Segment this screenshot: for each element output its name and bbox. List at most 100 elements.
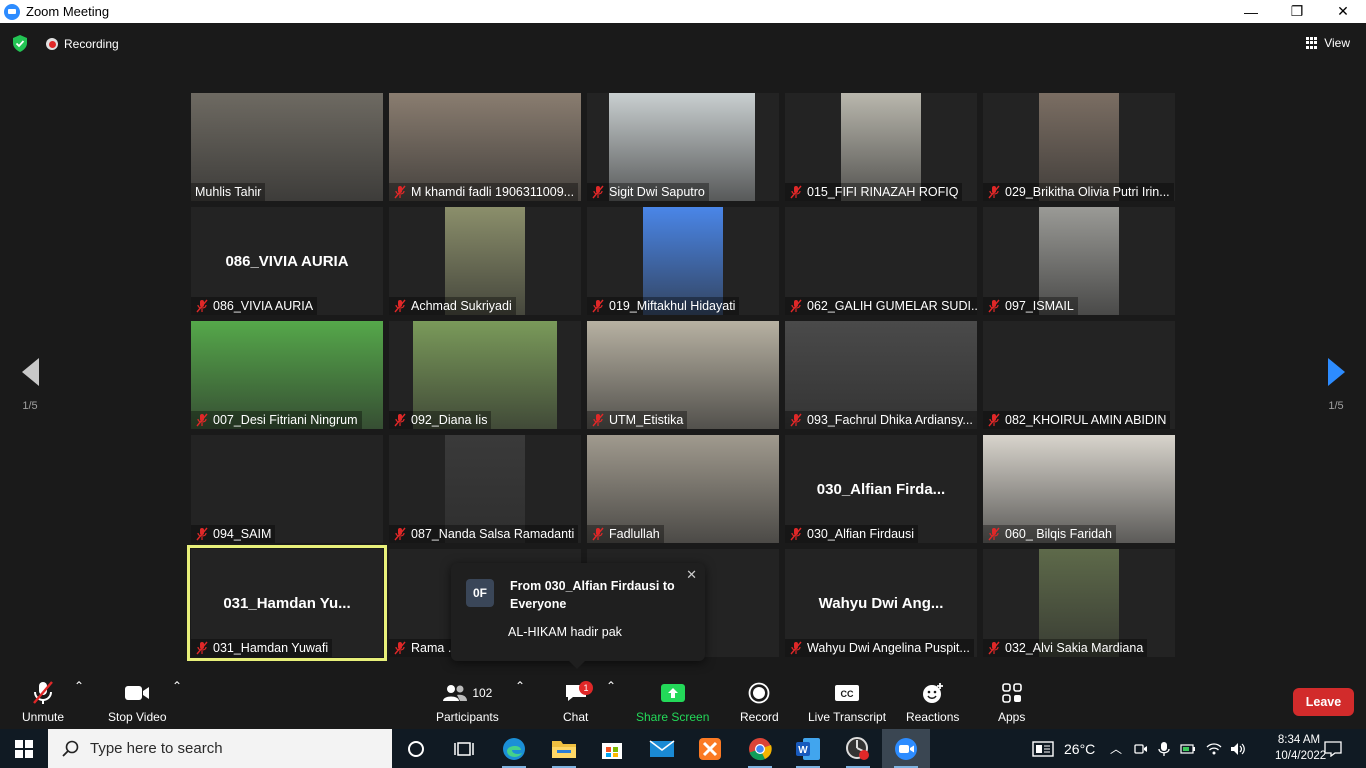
- chat-button[interactable]: 1 Chat: [563, 679, 593, 724]
- live-transcript-button[interactable]: CC Live Transcript: [808, 679, 886, 724]
- word-taskbar-icon[interactable]: W: [784, 729, 832, 768]
- participant-name-label: 015_FIFI RINAZAH ROFIQ: [785, 183, 963, 201]
- file-explorer-taskbar-icon[interactable]: [540, 729, 588, 768]
- restore-button[interactable]: ❐: [1274, 0, 1320, 23]
- participant-tile[interactable]: 032_Alvi Sakia Mardiana: [983, 549, 1175, 657]
- participant-name-label: UTM_Etistika: [587, 411, 688, 429]
- edge-taskbar-icon[interactable]: [490, 729, 538, 768]
- muted-mic-icon: [790, 185, 802, 199]
- participant-name: 032_Alvi Sakia Mardiana: [1005, 641, 1144, 655]
- participant-tile[interactable]: 093_Fachrul Dhika Ardiansy...: [785, 321, 977, 429]
- security-shield-icon[interactable]: [12, 35, 28, 52]
- record-button[interactable]: Record: [740, 679, 779, 724]
- participants-button[interactable]: 102 Participants: [436, 679, 499, 724]
- muted-mic-icon: [592, 185, 604, 199]
- participant-tile[interactable]: 029_Brikitha Olivia Putri Irin...: [983, 93, 1175, 201]
- volume-icon[interactable]: [1230, 742, 1246, 756]
- chevron-left-icon: [21, 358, 39, 386]
- svg-text:W: W: [798, 745, 808, 756]
- participant-name: UTM_Etistika: [609, 413, 684, 427]
- participant-name-label: 029_Brikitha Olivia Putri Irin...: [983, 183, 1174, 201]
- recording-indicator[interactable]: Recording: [46, 37, 119, 51]
- screen-recorder-taskbar-icon[interactable]: [834, 729, 882, 768]
- microphone-tray-icon[interactable]: [1158, 741, 1170, 757]
- participant-tile[interactable]: 015_FIFI RINAZAH ROFIQ: [785, 93, 977, 201]
- chat-options-caret[interactable]: ⌃: [606, 679, 616, 693]
- recording-dot-icon: [46, 38, 58, 50]
- participant-tile[interactable]: 031_Hamdan Yu... 031_Hamdan Yuwafi: [187, 545, 387, 661]
- participant-name: 092_Diana Iis: [411, 413, 488, 427]
- chat-notification[interactable]: 0F From 030_Alfian Firdausi to Everyone …: [451, 563, 705, 669]
- participant-name-label: 082_KHOIRUL AMIN ABIDIN: [983, 411, 1171, 429]
- participant-name: 060_ Bilqis Faridah: [1005, 527, 1113, 541]
- muted-mic-icon: [592, 413, 604, 427]
- task-view-icon: [454, 741, 474, 756]
- view-button[interactable]: View: [1306, 36, 1350, 50]
- participant-tile[interactable]: 062_GALIH GUMELAR SUDI...: [785, 207, 977, 315]
- muted-mic-icon: [790, 299, 802, 313]
- participant-name: 082_KHOIRUL AMIN ABIDIN: [1005, 413, 1167, 427]
- participant-tile[interactable]: 019_Miftakhul Hidayati: [587, 207, 779, 315]
- participant-name-label: 031_Hamdan Yuwafi: [191, 639, 333, 657]
- participant-tile[interactable]: 060_ Bilqis Faridah: [983, 435, 1175, 543]
- cortana-button[interactable]: [392, 729, 440, 768]
- participant-tile[interactable]: 086_VIVIA AURIA 086_VIVIA AURIA: [191, 207, 383, 315]
- stop-video-button[interactable]: Stop Video: [108, 679, 167, 724]
- meeting-area: Recording View 1/5 1/5 Muhlis Tahir M kha…: [0, 23, 1366, 675]
- minimize-button[interactable]: —: [1228, 0, 1274, 23]
- weather-widget[interactable]: 26°C: [1032, 729, 1095, 768]
- zoom-taskbar-icon[interactable]: [882, 729, 930, 768]
- participants-options-caret[interactable]: ⌃: [515, 679, 525, 693]
- xampp-taskbar-icon[interactable]: [686, 729, 734, 768]
- muted-mic-icon: [790, 641, 802, 655]
- previous-page-button[interactable]: 1/5: [10, 358, 50, 412]
- stop-video-label: Stop Video: [108, 710, 167, 724]
- mail-taskbar-icon[interactable]: [638, 729, 686, 768]
- system-clock[interactable]: 8:34 AM 10/4/2022: [1275, 732, 1326, 764]
- participant-tile[interactable]: Achmad Sukriyadi: [389, 207, 581, 315]
- battery-icon[interactable]: [1180, 743, 1196, 755]
- wifi-icon[interactable]: [1206, 742, 1222, 756]
- chrome-browser-icon: [749, 737, 772, 760]
- leave-button[interactable]: Leave: [1293, 688, 1354, 716]
- task-view-button[interactable]: [440, 729, 488, 768]
- next-page-button[interactable]: 1/5: [1316, 358, 1356, 412]
- participant-tile[interactable]: M khamdi fadli 1906311009...: [389, 93, 581, 201]
- reactions-button[interactable]: Reactions: [906, 679, 959, 724]
- participant-tile[interactable]: Fadlullah: [587, 435, 779, 543]
- participant-tile[interactable]: 007_Desi Fitriani Ningrum: [191, 321, 383, 429]
- participant-tile[interactable]: UTM_Etistika: [587, 321, 779, 429]
- unmute-button[interactable]: Unmute: [22, 679, 64, 724]
- meeting-toolbar: Unmute ⌃ Stop Video ⌃ 102 Participants ⌃…: [0, 675, 1366, 729]
- apps-button[interactable]: Apps: [998, 679, 1025, 724]
- participant-tile[interactable]: 094_SAIM: [191, 435, 383, 543]
- video-options-caret[interactable]: ⌃: [172, 679, 182, 693]
- share-screen-button[interactable]: Share Screen: [636, 679, 709, 724]
- mail-envelope-icon: [649, 739, 675, 757]
- participant-name-label: 030_Alfian Firdausi: [785, 525, 919, 543]
- chrome-taskbar-icon[interactable]: [736, 729, 784, 768]
- word-document-icon: W: [796, 737, 820, 760]
- previous-page-label: 1/5: [22, 400, 38, 412]
- participant-tile[interactable]: 030_Alfian Firda... 030_Alfian Firdausi: [785, 435, 977, 543]
- participant-tile[interactable]: 087_Nanda Salsa Ramadanti: [389, 435, 581, 543]
- participant-tile[interactable]: 092_Diana Iis: [389, 321, 581, 429]
- start-button[interactable]: [0, 729, 48, 768]
- muted-mic-icon: [196, 527, 208, 541]
- close-notification-button[interactable]: ✕: [686, 567, 697, 583]
- audio-options-caret[interactable]: ⌃: [74, 679, 84, 693]
- participant-name-label: Wahyu Dwi Angelina Puspit...: [785, 639, 974, 657]
- muted-mic-icon: [988, 641, 1000, 655]
- participant-tile[interactable]: Sigit Dwi Saputro: [587, 93, 779, 201]
- taskbar-search-box[interactable]: Type here to search: [48, 729, 392, 768]
- show-hidden-icons-icon[interactable]: ︿: [1110, 740, 1122, 757]
- store-taskbar-icon[interactable]: [588, 729, 636, 768]
- close-window-button[interactable]: ✕: [1320, 0, 1366, 23]
- participant-tile[interactable]: 082_KHOIRUL AMIN ABIDIN: [983, 321, 1175, 429]
- muted-mic-icon: [988, 413, 1000, 427]
- participant-tile[interactable]: Wahyu Dwi Ang... Wahyu Dwi Angelina Puspi…: [785, 549, 977, 657]
- notification-center-button[interactable]: [1324, 729, 1342, 768]
- participant-tile[interactable]: 097_ISMAIL: [983, 207, 1175, 315]
- participant-tile[interactable]: Muhlis Tahir: [191, 93, 383, 201]
- meet-now-icon[interactable]: [1134, 742, 1148, 756]
